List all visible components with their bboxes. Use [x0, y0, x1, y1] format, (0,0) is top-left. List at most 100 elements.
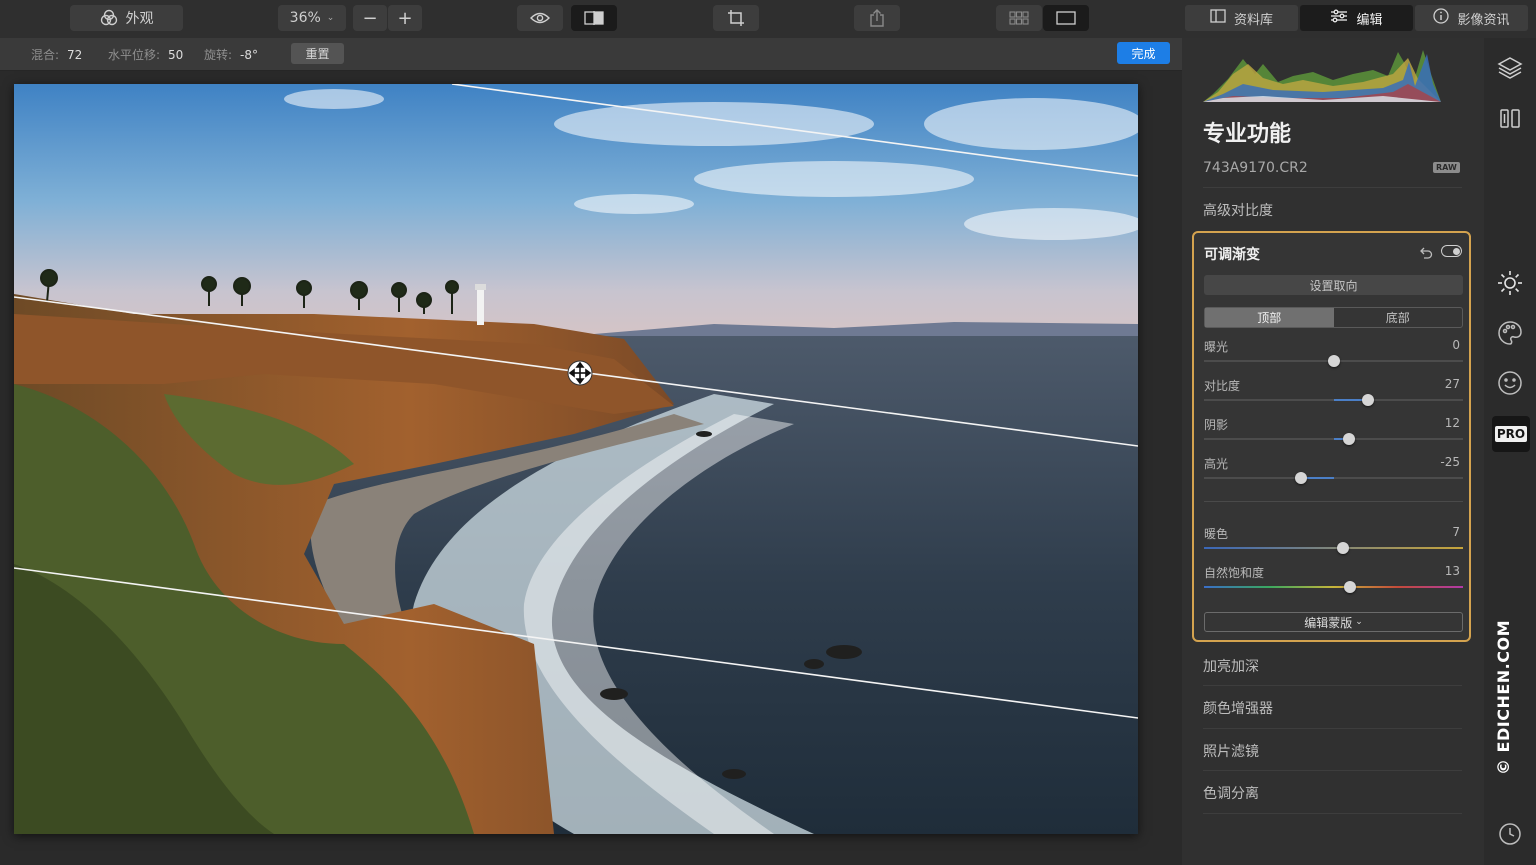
hshift-readout[interactable]: 水平位移: 50 [108, 46, 183, 63]
adjustable-gradient-card: 可调渐变 设置取向 顶部 底部 曝光 0 对比度 27 阴影 12 高光 -25… [1192, 231, 1471, 642]
section-color-enhancer[interactable]: 颜色增强器 [1203, 698, 1273, 718]
rotate-label: 旋转: [204, 48, 233, 62]
chevron-down-icon: ⌄ [1355, 617, 1363, 627]
face-icon[interactable] [1496, 369, 1524, 397]
image-canvas [0, 71, 1182, 865]
top-toolbar: 外观 36% ⌄ − + 资料库 编辑 影像资讯 [0, 0, 1536, 39]
slider-shadows[interactable] [1204, 433, 1463, 445]
share-icon [869, 9, 885, 27]
slider-thumb[interactable] [1362, 394, 1375, 406]
tab-edit[interactable]: 编辑 [1300, 5, 1413, 31]
slider-label-warmth: 暖色 [1204, 527, 1229, 541]
preview-eye-button[interactable] [517, 5, 563, 31]
histogram [1203, 44, 1441, 102]
pro-label: PRO [1494, 426, 1528, 442]
grid-view-button[interactable] [996, 5, 1042, 31]
library-icon [1210, 9, 1226, 27]
appearance-button[interactable]: 外观 [70, 5, 183, 31]
top-bottom-segmented: 顶部 底部 [1204, 307, 1463, 328]
tool-rail: PRO © EDICHEN.COM [1484, 38, 1536, 865]
crop-button[interactable] [713, 5, 759, 31]
segment-bottom[interactable]: 底部 [1334, 308, 1463, 327]
single-view-icon [1056, 11, 1076, 25]
eye-icon [530, 11, 550, 25]
plus-icon: + [397, 7, 413, 29]
slider-label-highlights: 高光 [1204, 457, 1229, 471]
watermark: © EDICHEN.COM [1486, 619, 1522, 775]
tab-info[interactable]: 影像资讯 [1415, 5, 1528, 31]
slider-exposure[interactable] [1204, 355, 1463, 367]
split-view-button[interactable] [571, 5, 617, 31]
slider-label-contrast: 对比度 [1204, 379, 1241, 393]
slider-thumb[interactable] [1343, 433, 1356, 445]
slider-thumb[interactable] [1327, 355, 1340, 367]
tab-info-label: 影像资讯 [1457, 12, 1510, 28]
done-button[interactable]: 完成 [1117, 42, 1170, 64]
blend-readout[interactable]: 混合: 72 [31, 46, 82, 63]
zoom-in-button[interactable]: + [388, 5, 422, 31]
edit-mask-button[interactable]: 编辑蒙版 ⌄ [1204, 612, 1463, 632]
undo-icon[interactable] [1419, 245, 1433, 264]
panel-title: 专业功能 [1203, 122, 1292, 147]
photo[interactable] [14, 84, 1138, 834]
layers-icon[interactable] [1496, 54, 1524, 82]
reset-button[interactable]: 重置 [291, 43, 344, 64]
watermark-text: © EDICHEN.COM [1494, 619, 1514, 775]
split-view-icon [584, 11, 604, 25]
rotate-readout[interactable]: 旋转: -8° [204, 46, 258, 63]
segment-top[interactable]: 顶部 [1205, 308, 1334, 327]
compare-icon[interactable] [1496, 104, 1524, 132]
slider-thumb[interactable] [1344, 581, 1357, 593]
slider-value-highlights: -25 [1440, 455, 1460, 469]
slider-value-warmth: 7 [1452, 525, 1460, 539]
section-advanced-contrast[interactable]: 高级对比度 [1203, 200, 1273, 220]
divider [1204, 501, 1463, 502]
slider-label-vibrance: 自然饱和度 [1204, 566, 1265, 580]
section-dodge-burn[interactable]: 加亮加深 [1203, 656, 1259, 676]
hshift-value: 50 [168, 48, 184, 62]
slider-highlights[interactable] [1204, 472, 1463, 484]
rotate-value: -8° [240, 48, 259, 62]
zoom-out-button[interactable]: − [353, 5, 387, 31]
zoom-value: 36% [289, 10, 321, 26]
history-icon[interactable] [1496, 820, 1524, 848]
palette-icon[interactable] [1496, 319, 1524, 347]
slider-value-contrast: 27 [1444, 377, 1460, 391]
grid-icon [1009, 11, 1029, 25]
appearance-label: 外观 [125, 11, 154, 27]
slider-label-exposure: 曝光 [1204, 340, 1229, 354]
toggle-knob [1452, 247, 1460, 255]
slider-value-vibrance: 13 [1444, 564, 1460, 578]
gradient-move-handle[interactable] [567, 360, 593, 386]
blend-label: 混合: [31, 48, 60, 62]
tab-library[interactable]: 资料库 [1185, 5, 1298, 31]
pro-icon[interactable]: PRO [1492, 416, 1530, 452]
sliders-icon [1330, 9, 1348, 27]
slider-label-shadows: 阴影 [1204, 418, 1229, 432]
sun-icon[interactable] [1496, 269, 1524, 297]
slider-warmth[interactable] [1204, 542, 1463, 554]
slider-vibrance[interactable] [1204, 581, 1463, 593]
divider [1203, 685, 1462, 686]
single-view-button[interactable] [1043, 5, 1089, 31]
divider [1203, 770, 1462, 771]
appearance-icon [100, 9, 118, 27]
tab-library-label: 资料库 [1233, 12, 1273, 28]
hshift-label: 水平位移: [108, 48, 161, 62]
section-photo-filter[interactable]: 照片滤镜 [1203, 741, 1259, 761]
slider-value-shadows: 12 [1444, 416, 1460, 430]
info-icon [1433, 8, 1450, 28]
gradient-title[interactable]: 可调渐变 [1204, 244, 1260, 264]
section-split-toning[interactable]: 色调分离 [1203, 783, 1259, 803]
slider-thumb[interactable] [1295, 472, 1308, 484]
set-orientation-button[interactable]: 设置取向 [1204, 275, 1463, 295]
toggle-switch[interactable] [1441, 245, 1462, 257]
gradient-options-bar: 混合: 72 水平位移: 50 旋转: -8° 重置 完成 [0, 38, 1182, 71]
blend-value: 72 [67, 48, 83, 62]
tab-edit-label: 编辑 [1356, 12, 1383, 28]
slider-contrast[interactable] [1204, 394, 1463, 406]
zoom-dropdown[interactable]: 36% ⌄ [278, 5, 346, 31]
slider-thumb[interactable] [1336, 542, 1349, 554]
share-button[interactable] [854, 5, 900, 31]
edit-mask-label: 编辑蒙版 [1304, 615, 1353, 630]
